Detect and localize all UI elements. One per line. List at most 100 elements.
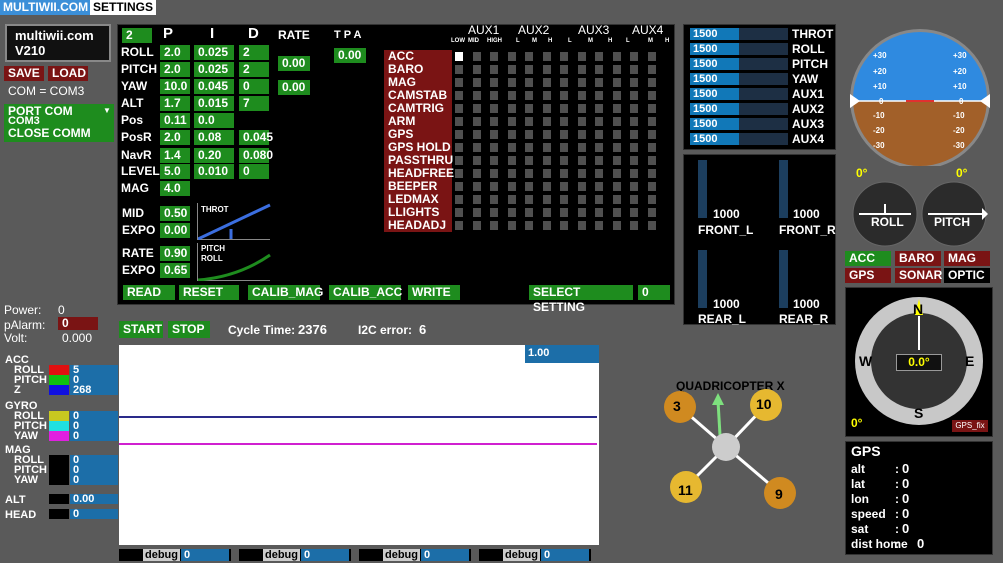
aux-checkbox[interactable] <box>525 169 533 178</box>
aux-checkbox[interactable] <box>630 65 638 74</box>
aux-checkbox[interactable] <box>490 195 498 204</box>
aux-checkbox[interactable] <box>542 208 551 217</box>
aux-checkbox[interactable] <box>472 78 481 87</box>
aux-checkbox[interactable] <box>647 91 656 100</box>
pid-p-input[interactable]: 5.0 <box>160 164 190 179</box>
aux-checkbox[interactable] <box>455 104 463 113</box>
aux-checkbox[interactable] <box>630 195 638 204</box>
aux-checkbox[interactable] <box>577 156 586 165</box>
aux-checkbox[interactable] <box>507 104 516 113</box>
pid-d-input[interactable]: 0.045 <box>239 130 273 145</box>
aux-checkbox[interactable] <box>630 208 638 217</box>
aux-checkbox[interactable] <box>507 221 516 230</box>
aux-checkbox[interactable] <box>525 143 533 152</box>
aux-checkbox[interactable] <box>647 130 656 139</box>
pid-d-input[interactable]: 2 <box>239 45 269 60</box>
pid-i-input[interactable]: 0.0 <box>194 113 234 128</box>
select-setting-button[interactable]: SELECT SETTING <box>529 285 633 314</box>
aux-checkbox[interactable] <box>472 156 481 165</box>
aux-checkbox[interactable] <box>455 208 463 217</box>
reset-button[interactable]: RESET <box>179 285 239 300</box>
aux-checkbox[interactable] <box>560 91 568 100</box>
aux-checkbox[interactable] <box>525 65 533 74</box>
aux-checkbox[interactable] <box>525 104 533 113</box>
aux-checkbox[interactable] <box>525 130 533 139</box>
aux-checkbox[interactable] <box>595 65 603 74</box>
aux-checkbox[interactable] <box>472 208 481 217</box>
aux-checkbox[interactable] <box>507 117 516 126</box>
aux-checkbox[interactable] <box>630 78 638 87</box>
aux-checkbox[interactable] <box>490 143 498 152</box>
aux-checkbox[interactable] <box>490 182 498 191</box>
aux-checkbox[interactable] <box>595 195 603 204</box>
aux-checkbox[interactable] <box>560 52 568 61</box>
aux-checkbox[interactable] <box>455 78 463 87</box>
aux-checkbox[interactable] <box>507 52 516 61</box>
start-button[interactable]: START <box>119 321 163 338</box>
aux-checkbox[interactable] <box>630 130 638 139</box>
calib-acc-button[interactable]: CALIB_ACC <box>329 285 402 300</box>
aux-checkbox[interactable] <box>647 104 656 113</box>
aux-checkbox[interactable] <box>525 117 533 126</box>
pid-i-input[interactable]: 0.045 <box>194 79 234 94</box>
aux-checkbox[interactable] <box>472 117 481 126</box>
aux-checkbox[interactable] <box>490 65 498 74</box>
pid-p-input[interactable]: 4.0 <box>160 181 190 196</box>
aux-checkbox[interactable] <box>560 221 568 230</box>
pid-p-input[interactable]: 1.7 <box>160 96 190 111</box>
aux-checkbox[interactable] <box>560 143 568 152</box>
pid-d-input[interactable]: 2 <box>239 62 269 77</box>
aux-checkbox[interactable] <box>560 104 568 113</box>
aux-checkbox[interactable] <box>577 65 586 74</box>
aux-checkbox[interactable] <box>455 117 463 126</box>
aux-checkbox[interactable] <box>525 78 533 87</box>
aux-checkbox[interactable] <box>612 208 621 217</box>
pid-p-input[interactable]: 2.0 <box>160 62 190 77</box>
tab-settings[interactable]: SETTINGS <box>90 0 157 15</box>
pid-d-input[interactable]: 0 <box>239 164 269 179</box>
aux-checkbox[interactable] <box>630 182 638 191</box>
aux-checkbox[interactable] <box>455 52 463 61</box>
pid-p-input[interactable]: 2.0 <box>160 45 190 60</box>
expo-input[interactable]: 0.00 <box>160 223 190 238</box>
pid-d-input[interactable]: 0.080 <box>239 148 273 163</box>
aux-checkbox[interactable] <box>612 104 621 113</box>
aux-checkbox[interactable] <box>612 195 621 204</box>
port-com-select[interactable]: PORT COM ▼ COM3 CLOSE COMM <box>4 104 114 142</box>
aux-checkbox[interactable] <box>542 195 551 204</box>
rate-input[interactable]: 0.90 <box>160 246 190 261</box>
save-button[interactable]: SAVE <box>4 66 44 81</box>
aux-checkbox[interactable] <box>542 117 551 126</box>
aux-checkbox[interactable] <box>525 91 533 100</box>
aux-checkbox[interactable] <box>630 221 638 230</box>
graph-scale[interactable]: 1.00 <box>525 345 599 363</box>
aux-checkbox[interactable] <box>455 195 463 204</box>
load-button[interactable]: LOAD <box>48 66 88 81</box>
aux-checkbox[interactable] <box>542 221 551 230</box>
pid-p-input[interactable]: 10.0 <box>160 79 190 94</box>
pid-i-input[interactable]: 0.010 <box>194 164 234 179</box>
aux-checkbox[interactable] <box>630 156 638 165</box>
aux-checkbox[interactable] <box>560 169 568 178</box>
aux-checkbox[interactable] <box>472 130 481 139</box>
aux-checkbox[interactable] <box>577 104 586 113</box>
aux-checkbox[interactable] <box>647 169 656 178</box>
aux-checkbox[interactable] <box>560 130 568 139</box>
aux-checkbox[interactable] <box>542 143 551 152</box>
calib-mag-button[interactable]: CALIB_MAG <box>248 285 323 300</box>
aux-checkbox[interactable] <box>612 78 621 87</box>
aux-checkbox[interactable] <box>507 208 516 217</box>
aux-checkbox[interactable] <box>612 182 621 191</box>
aux-checkbox[interactable] <box>472 169 481 178</box>
aux-checkbox[interactable] <box>595 130 603 139</box>
aux-checkbox[interactable] <box>525 156 533 165</box>
aux-checkbox[interactable] <box>647 78 656 87</box>
aux-checkbox[interactable] <box>560 182 568 191</box>
aux-checkbox[interactable] <box>542 156 551 165</box>
rate-rollpitch-input[interactable]: 0.00 <box>278 56 310 71</box>
aux-checkbox[interactable] <box>647 182 656 191</box>
aux-checkbox[interactable] <box>490 169 498 178</box>
aux-checkbox[interactable] <box>507 91 516 100</box>
aux-checkbox[interactable] <box>455 143 463 152</box>
aux-checkbox[interactable] <box>630 91 638 100</box>
